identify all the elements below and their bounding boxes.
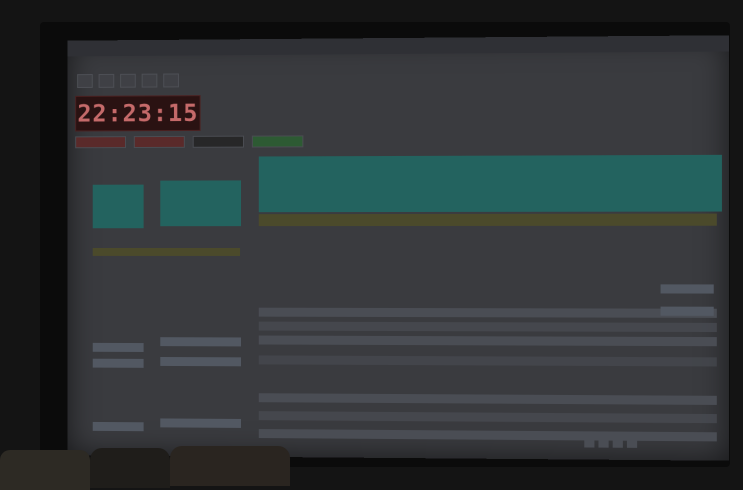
highlighted-cell[interactable] — [160, 180, 242, 227]
monitor-screen: 22:23:15 — [67, 35, 730, 461]
toolbar — [77, 73, 179, 88]
table-cell[interactable] — [160, 418, 242, 428]
table-cell[interactable] — [92, 342, 144, 352]
table-row[interactable] — [258, 335, 717, 347]
toolbar-button[interactable] — [77, 74, 93, 88]
footer-controls — [584, 439, 706, 450]
table-cell[interactable] — [660, 306, 714, 316]
desk-object — [0, 450, 90, 490]
status-chip — [251, 135, 304, 148]
table-row[interactable] — [258, 307, 717, 318]
status-chip — [75, 136, 126, 149]
status-chip — [133, 135, 185, 149]
toolbar-button[interactable] — [141, 73, 158, 88]
table-row[interactable] — [258, 393, 717, 405]
footer-button[interactable] — [598, 439, 609, 448]
clock-display: 22:23:15 — [75, 95, 201, 132]
status-chip — [192, 135, 244, 148]
menu-bar — [67, 54, 729, 71]
toolbar-button[interactable] — [98, 73, 115, 88]
highlighted-row-group[interactable] — [258, 154, 722, 213]
status-row — [75, 133, 715, 150]
table-row[interactable] — [258, 411, 717, 424]
footer-button[interactable] — [584, 439, 595, 448]
table-row[interactable] — [258, 355, 717, 367]
table-cell[interactable] — [160, 337, 242, 347]
highlighted-cell[interactable] — [92, 184, 144, 229]
footer-button[interactable] — [626, 439, 638, 448]
current-row[interactable] — [258, 213, 717, 227]
footer-button[interactable] — [612, 439, 623, 448]
desk-object — [90, 448, 170, 488]
desk-object — [170, 446, 290, 486]
table-cell[interactable] — [660, 284, 714, 294]
toolbar-button[interactable] — [163, 73, 179, 88]
toolbar-button[interactable] — [120, 73, 136, 88]
highlighted-cell[interactable] — [660, 154, 714, 196]
current-row-left[interactable] — [92, 248, 241, 256]
table-cell[interactable] — [92, 421, 144, 432]
table-cell[interactable] — [92, 358, 144, 368]
table-cell[interactable] — [160, 357, 242, 367]
table-row[interactable] — [258, 321, 717, 333]
